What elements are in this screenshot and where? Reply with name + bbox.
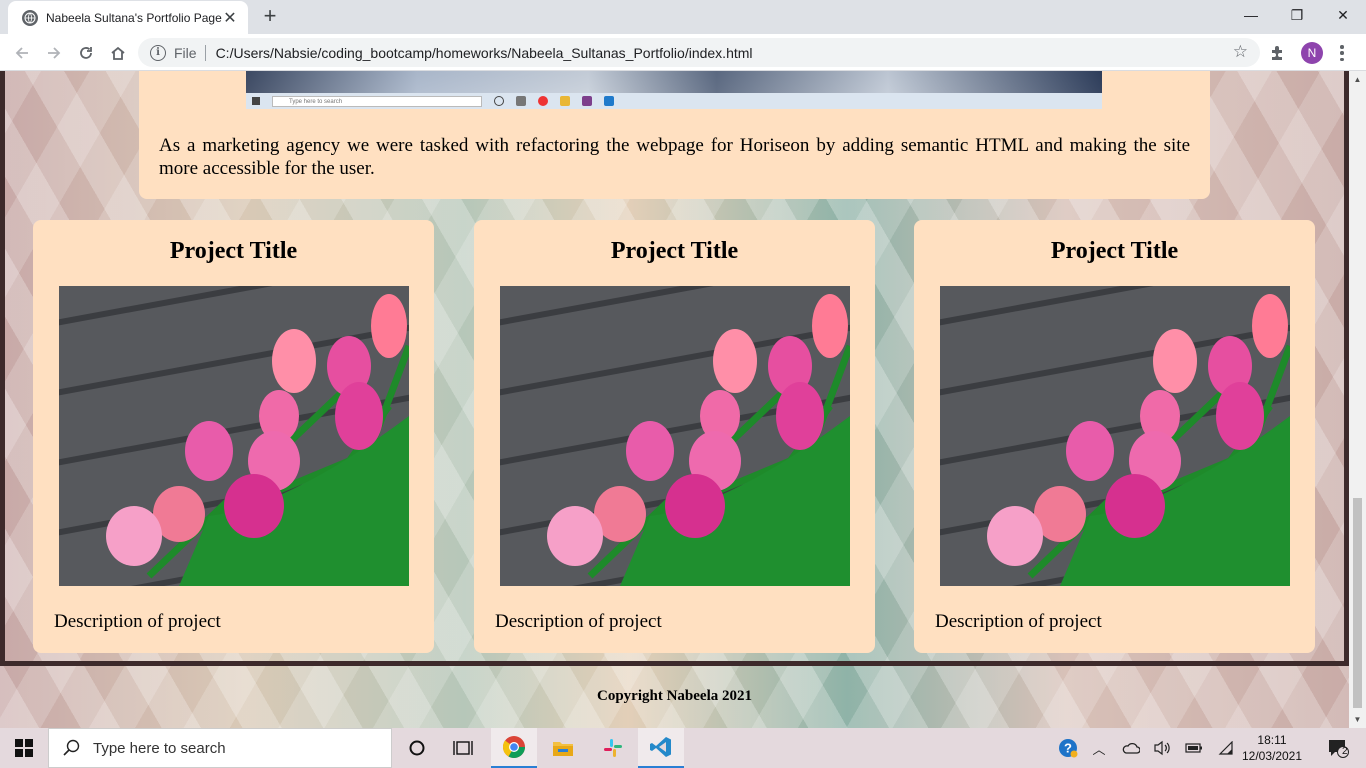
tab-title: Nabeela Sultana's Portfolio Page: [46, 10, 222, 25]
project-title: Project Title: [1050, 238, 1179, 264]
start-button[interactable]: [0, 728, 48, 768]
chrome-taskbar-button[interactable]: [491, 728, 537, 768]
bookmark-star-icon[interactable]: ☆: [1233, 43, 1248, 61]
windows-taskbar: Type here to search ? ︿ 18:11 12/03/2021…: [0, 728, 1366, 768]
taskbar-search-box[interactable]: Type here to search: [48, 728, 392, 768]
screenshot-taskview-icon: [516, 96, 526, 106]
project-image[interactable]: [500, 286, 850, 586]
folder-icon: [553, 742, 573, 756]
notification-count-badge: 2: [1342, 746, 1348, 757]
home-icon: [111, 46, 125, 60]
page-scrollbar[interactable]: ▲ ▼: [1349, 71, 1366, 728]
arrow-left-icon: [15, 47, 28, 59]
tulips-image: [940, 286, 1290, 586]
vscode-icon: [650, 737, 671, 757]
project-description: Description of project: [935, 611, 1102, 632]
project-screenshot-image: Type here to search: [246, 71, 1102, 109]
task-view-icon: [453, 741, 473, 755]
battery-icon[interactable]: [1182, 728, 1206, 768]
close-tab-icon[interactable]: ✕: [222, 8, 238, 28]
screenshot-windows-icon: [252, 97, 260, 105]
project-card: Project Title Description of project: [914, 220, 1315, 653]
action-center-button[interactable]: 2: [1318, 728, 1358, 768]
tulips-image: [59, 286, 409, 586]
browser-tab[interactable]: Nabeela Sultana's Portfolio Page ✕: [8, 1, 248, 34]
url-text[interactable]: C:/Users/Nabsie/coding_bootcamp/homework…: [216, 45, 753, 61]
about-section: Type here to search As a marketing agenc…: [139, 71, 1210, 199]
home-button[interactable]: [104, 39, 132, 67]
forward-button[interactable]: [40, 39, 68, 67]
browser-toolbar: i File C:/Users/Nabsie/coding_bootcamp/h…: [0, 34, 1366, 71]
scheme-label: File: [174, 44, 206, 61]
browser-menu-icon[interactable]: [1336, 43, 1348, 63]
minimize-window-button[interactable]: —: [1228, 0, 1274, 30]
taskbar-clock[interactable]: 18:11 12/03/2021: [1240, 732, 1304, 764]
volume-speaker-icon[interactable]: [1150, 728, 1174, 768]
show-hidden-icons-chevron-icon[interactable]: ︿: [1088, 728, 1110, 768]
scroll-down-arrow-icon[interactable]: ▼: [1349, 711, 1366, 728]
scrollbar-thumb[interactable]: [1353, 498, 1362, 708]
screenshot-cortana-icon: [494, 96, 504, 106]
screenshot-chrome-icon: [538, 96, 548, 106]
tab-strip: Nabeela Sultana's Portfolio Page ✕ + — ❐…: [0, 0, 1366, 34]
profile-avatar[interactable]: N: [1301, 42, 1323, 64]
project-image[interactable]: [59, 286, 409, 586]
page-viewport: Type here to search As a marketing agenc…: [0, 71, 1366, 728]
taskbar-search-placeholder: Type here to search: [93, 739, 226, 757]
back-button[interactable]: [8, 39, 36, 67]
cortana-circle-icon: [409, 740, 425, 756]
globe-icon: [22, 9, 38, 26]
about-description: As a marketing agency we were tasked wit…: [159, 135, 1190, 179]
info-icon[interactable]: i: [150, 44, 166, 61]
slack-icon: [604, 739, 622, 757]
vscode-taskbar-button[interactable]: [638, 728, 684, 768]
file-explorer-taskbar-button[interactable]: [540, 728, 586, 768]
restore-window-button[interactable]: ❐: [1274, 0, 1320, 30]
slack-taskbar-button[interactable]: [590, 728, 636, 768]
new-tab-button[interactable]: +: [258, 4, 282, 28]
project-title: Project Title: [610, 238, 739, 264]
screenshot-taskbar: Type here to search: [246, 93, 1102, 109]
close-window-button[interactable]: ✕: [1320, 0, 1366, 30]
scroll-up-arrow-icon[interactable]: ▲: [1349, 71, 1366, 88]
windows-logo-icon: [15, 739, 33, 757]
wifi-signal-icon[interactable]: [1214, 728, 1238, 768]
clock-time: 18:11: [1257, 733, 1287, 747]
help-tray-icon[interactable]: ?: [1056, 728, 1080, 768]
extensions-puzzle-icon[interactable]: [1268, 43, 1288, 63]
clock-date: 12/03/2021: [1241, 749, 1303, 763]
tulips-image: [500, 286, 850, 586]
reload-button[interactable]: [72, 39, 100, 67]
screenshot-search-box: Type here to search: [272, 95, 482, 107]
project-card: Project Title Description of project: [33, 220, 434, 653]
question-icon: ?: [1059, 739, 1078, 758]
screenshot-vscode-icon: [604, 96, 614, 106]
onedrive-cloud-icon[interactable]: [1118, 728, 1144, 768]
screenshot-folder-icon: [560, 96, 570, 106]
cortana-button[interactable]: [394, 728, 440, 768]
chrome-icon: [502, 736, 525, 758]
task-view-button[interactable]: [440, 728, 486, 768]
screenshot-slack-icon: [582, 96, 592, 106]
page-footer: Copyright Nabeela 2021: [597, 688, 752, 704]
project-description: Description of project: [495, 611, 662, 632]
project-image[interactable]: [940, 286, 1290, 586]
project-card: Project Title Description of project: [474, 220, 875, 653]
project-title: Project Title: [169, 238, 298, 264]
search-icon: [63, 739, 80, 756]
reload-icon: [80, 47, 92, 59]
address-bar[interactable]: i File C:/Users/Nabsie/coding_bootcamp/h…: [138, 38, 1260, 67]
screenshot-photo-area: [246, 71, 1102, 93]
arrow-right-icon: [48, 47, 61, 59]
project-description: Description of project: [54, 611, 221, 632]
